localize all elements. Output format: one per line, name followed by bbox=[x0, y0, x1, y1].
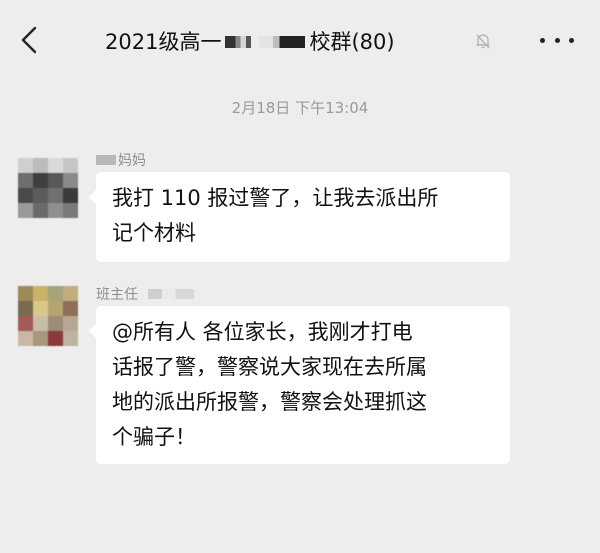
redacted-mosaic bbox=[148, 289, 194, 299]
message-line: @所有人 各位家长，我刚才打电 bbox=[112, 320, 413, 344]
back-button[interactable] bbox=[14, 22, 44, 58]
more-dot bbox=[569, 37, 574, 43]
chat-title: 2021级高一 校群(80) bbox=[105, 26, 395, 56]
more-dot bbox=[554, 37, 560, 43]
message-timestamp: 2月18日 下午13:04 bbox=[231, 99, 369, 117]
chat-title-end: 校群(80) bbox=[309, 30, 395, 54]
sender-label: 妈妈 bbox=[118, 153, 146, 169]
chat-title-start: 2021级高一 bbox=[105, 30, 222, 54]
message-bubble[interactable]: @所有人 各位家长，我刚才打电 话报了警，警察说大家现在去所属 地的派出所报警，… bbox=[88, 306, 510, 464]
more-button[interactable] bbox=[540, 28, 574, 52]
message-line: 话报了警，警察说大家现在去所属 bbox=[112, 355, 427, 379]
avatar[interactable] bbox=[18, 158, 78, 218]
message-line: 记个材料 bbox=[112, 221, 196, 245]
bell-muted-icon bbox=[476, 34, 490, 49]
message-line: 个骗子！ bbox=[112, 425, 196, 449]
redacted-mosaic bbox=[225, 36, 252, 48]
chat-header: 2021级高一 校群(80) bbox=[0, 0, 600, 78]
sender-label: 班主任 bbox=[96, 287, 138, 303]
sender-name: 班主任 bbox=[96, 284, 194, 304]
redacted-mosaic bbox=[259, 36, 306, 48]
avatar[interactable] bbox=[18, 286, 78, 346]
sender-name: 妈妈 bbox=[96, 150, 146, 170]
redacted-mosaic bbox=[96, 155, 116, 165]
message-line: 地的派出所报警，警察会处理抓这 bbox=[112, 390, 427, 414]
message-line: 我打 110 报过警了，让我去派出所 bbox=[112, 186, 439, 210]
message-bubble[interactable]: 我打 110 报过警了，让我去派出所 记个材料 bbox=[88, 172, 510, 262]
chevron-left-icon bbox=[21, 26, 37, 54]
more-dot bbox=[540, 37, 545, 43]
